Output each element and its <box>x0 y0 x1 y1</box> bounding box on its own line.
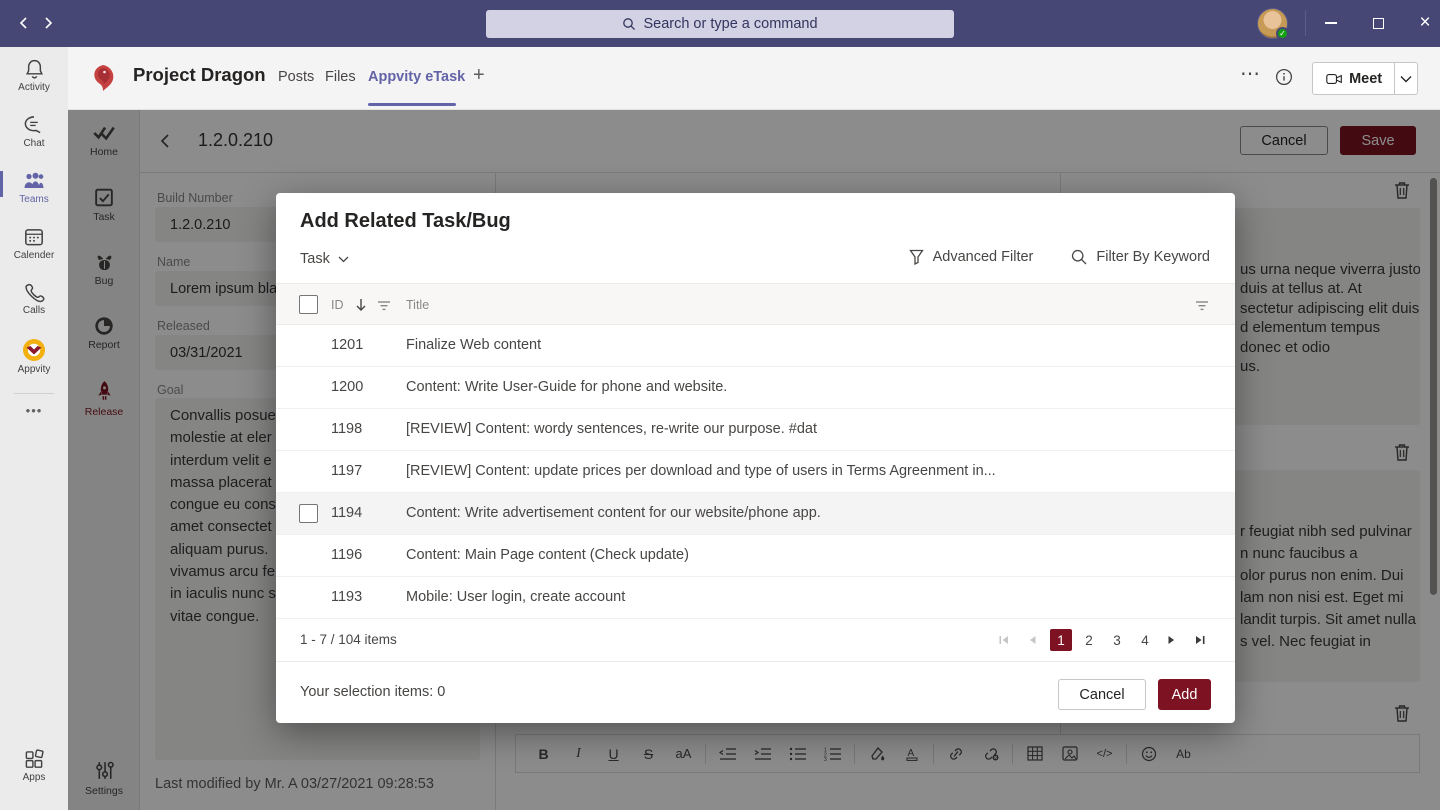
avatar[interactable]: ✓ <box>1257 8 1288 39</box>
team-name: Project Dragon <box>133 64 266 86</box>
close-button[interactable]: × <box>1404 9 1440 37</box>
calendar-icon <box>22 225 46 249</box>
sidebar-item-apps[interactable]: Apps <box>0 747 68 783</box>
table-row[interactable]: 1201 Finalize Web content <box>276 325 1235 367</box>
meet-dropdown-button[interactable] <box>1395 75 1417 83</box>
first-page-icon[interactable] <box>994 630 1014 650</box>
table-row[interactable]: 1197 [REVIEW] Content: update prices per… <box>276 451 1235 493</box>
table-row-hovered[interactable]: 1194 Content: Write advertisement conten… <box>276 493 1235 535</box>
selection-count-text: Your selection items: 0 <box>300 684 445 700</box>
forward-icon[interactable] <box>36 11 60 35</box>
more-options-icon[interactable]: ⋯ <box>1240 61 1260 86</box>
title-bar: Search or type a command ✓ × <box>0 0 1440 47</box>
row-checkbox[interactable] <box>299 504 318 523</box>
team-logo-dragon <box>87 62 119 94</box>
teams-app-rail: Activity Chat Teams Calender Calls Appvi… <box>0 47 68 810</box>
camera-icon <box>1326 71 1342 87</box>
select-all-checkbox[interactable] <box>299 295 318 314</box>
last-page-icon[interactable] <box>1190 630 1210 650</box>
rail-divider <box>14 393 54 394</box>
previous-page-icon[interactable] <box>1022 630 1042 650</box>
tab-files[interactable]: Files <box>325 69 356 85</box>
title-filter-icon[interactable] <box>1195 301 1209 311</box>
add-related-task-modal: Add Related Task/Bug Task Advanced Filte… <box>276 193 1235 723</box>
sidebar-item-teams[interactable]: Teams <box>0 169 68 205</box>
items-range-text: 1 - 7 / 104 items <box>300 632 397 647</box>
type-filter-dropdown[interactable]: Task <box>300 251 349 267</box>
more-apps-icon[interactable]: ••• <box>0 403 68 418</box>
page-number-4[interactable]: 4 <box>1134 629 1156 651</box>
table-row[interactable]: 1193 Mobile: User login, create account <box>276 577 1235 619</box>
teams-window: Search or type a command ✓ × Activity Ch… <box>0 0 1440 810</box>
status-available-icon: ✓ <box>1276 27 1289 40</box>
funnel-icon <box>909 249 924 265</box>
apps-grid-icon <box>22 747 46 771</box>
pagination-bar: 1 - 7 / 104 items 1 2 3 4 <box>276 619 1235 661</box>
advanced-filter-button[interactable]: Advanced Filter <box>909 249 1034 265</box>
info-icon[interactable] <box>1275 68 1293 91</box>
search-placeholder: Search or type a command <box>643 16 817 32</box>
modal-cancel-button[interactable]: Cancel <box>1058 679 1146 710</box>
sort-descending-icon[interactable] <box>355 298 367 312</box>
active-tab-underline <box>368 103 456 106</box>
tab-posts[interactable]: Posts <box>278 69 314 85</box>
modal-title: Add Related Task/Bug <box>300 210 511 233</box>
table-header: ID Title <box>276 283 1235 325</box>
chevron-down-icon <box>1400 75 1412 83</box>
column-header-title[interactable]: Title <box>406 298 429 312</box>
meet-button[interactable]: Meet <box>1349 71 1382 87</box>
maximize-button[interactable] <box>1357 9 1399 37</box>
sidebar-item-calls[interactable]: Calls <box>0 281 68 316</box>
back-icon[interactable] <box>12 11 36 35</box>
next-page-icon[interactable] <box>1162 630 1182 650</box>
page-number-2[interactable]: 2 <box>1078 629 1100 651</box>
table-row[interactable]: 1200 Content: Write User-Guide for phone… <box>276 367 1235 409</box>
chevron-down-icon <box>338 256 349 263</box>
add-tab-icon[interactable]: + <box>473 64 485 87</box>
channel-header: Project Dragon Posts Files Appvity eTask… <box>68 47 1440 110</box>
teams-people-icon <box>21 169 47 193</box>
modal-footer: Your selection items: 0 Cancel Add <box>276 661 1235 723</box>
page-number-1[interactable]: 1 <box>1050 629 1072 651</box>
appvity-logo-icon <box>21 337 47 363</box>
id-filter-icon[interactable] <box>377 301 391 311</box>
search-icon <box>622 17 636 31</box>
minimize-button[interactable] <box>1310 9 1352 37</box>
tab-appvity-etask[interactable]: Appvity eTask <box>368 69 465 85</box>
bell-icon <box>23 57 46 81</box>
filter-by-keyword-button[interactable]: Filter By Keyword <box>1071 249 1210 265</box>
sidebar-item-chat[interactable]: Chat <box>0 113 68 149</box>
table-row[interactable]: 1196 Content: Main Page content (Check u… <box>276 535 1235 577</box>
column-header-id[interactable]: ID <box>331 298 344 312</box>
phone-icon <box>23 281 46 304</box>
search-input[interactable]: Search or type a command <box>486 10 954 38</box>
sidebar-item-calendar[interactable]: Calender <box>0 225 68 261</box>
sidebar-item-activity[interactable]: Activity <box>0 57 68 93</box>
meet-split-button: Meet <box>1312 62 1418 95</box>
modal-add-button[interactable]: Add <box>1158 679 1211 710</box>
sidebar-item-appvity[interactable]: Appvity <box>0 337 68 375</box>
chat-icon <box>22 113 46 137</box>
table-row[interactable]: 1198 [REVIEW] Content: wordy sentences, … <box>276 409 1235 451</box>
titlebar-divider <box>1305 10 1306 36</box>
search-icon <box>1071 249 1087 265</box>
page-number-3[interactable]: 3 <box>1106 629 1128 651</box>
